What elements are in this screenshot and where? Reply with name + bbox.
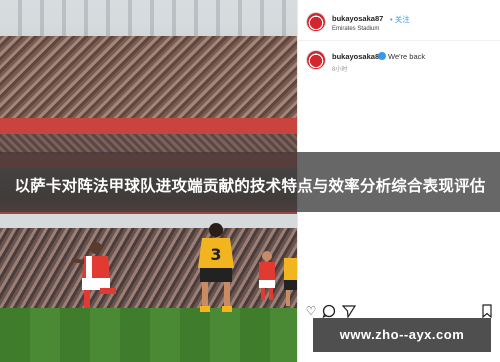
crowd-lower — [0, 228, 297, 308]
comment-username[interactable]: bukayosaka87 — [332, 52, 383, 61]
edge-player — [284, 258, 297, 306]
svg-text:3: 3 — [210, 245, 221, 264]
comment-text: We're back — [388, 52, 426, 61]
bookmark-icon[interactable] — [480, 304, 494, 319]
comment-timestamp: 8小时 — [332, 67, 348, 73]
watermark-text: www.zho--ayx.com — [339, 327, 465, 342]
username[interactable]: bukayosaka87 — [332, 14, 383, 23]
stadium-roof — [0, 0, 297, 36]
article-title-overlay: 以萨卡对阵法甲球队进攻端贡献的技术特点与效率分析综合表现评估 — [0, 152, 500, 212]
crowd-middle — [0, 134, 297, 154]
share-icon[interactable] — [341, 304, 357, 319]
arsenal-player — [72, 242, 116, 308]
comment-icon[interactable] — [322, 304, 336, 319]
heart-icon[interactable]: ♡ — [304, 304, 318, 318]
stadium-banner-lower — [0, 214, 297, 228]
caption-comment: bukayosaka87 We're back 8小时 — [298, 46, 500, 76]
divider — [298, 40, 500, 41]
verified-badge-icon — [378, 52, 386, 60]
location-tag[interactable]: Emirates Stadium — [332, 26, 379, 32]
post-header: bukayosaka87 • 关注 Emirates Stadium — [298, 8, 500, 38]
avatar[interactable] — [306, 12, 326, 32]
watermark-overlay: www.zho--ayx.com — [313, 318, 491, 352]
article-title: 以萨卡对阵法甲球队进攻端贡献的技术特点与效率分析综合表现评估 — [14, 178, 486, 195]
stadium-banner-upper — [0, 118, 297, 134]
pitch — [0, 308, 297, 362]
follow-button[interactable]: • 关注 — [390, 14, 410, 25]
wolves-player: 3 — [198, 223, 234, 312]
avatar[interactable] — [306, 50, 326, 70]
background-player — [259, 251, 275, 300]
crowd-upper — [0, 36, 297, 122]
